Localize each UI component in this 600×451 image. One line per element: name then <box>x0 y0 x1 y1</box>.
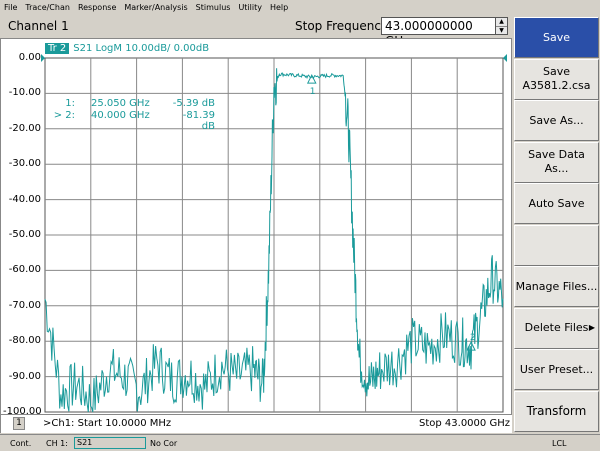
entry-label: Stop Frequency <box>295 19 389 33</box>
softkey-label: Save <box>542 65 570 78</box>
menu-item-response[interactable]: Response <box>78 3 116 12</box>
channel-title: Channel 1 <box>8 19 69 33</box>
softkey-label: Delete Files <box>524 321 589 334</box>
menu-item-marker-analysis[interactable]: Marker/Analysis <box>124 3 187 12</box>
plot-area[interactable]: 12 Tr 2 S21 LogM 10.00dB/ 0.00dB 0.00 -10.… <box>0 38 513 433</box>
status-mode: Cont. <box>10 439 32 448</box>
step-up-icon[interactable]: ▲ <box>496 18 507 26</box>
softkey-user-preset[interactable]: User Preset... <box>514 349 599 390</box>
softkey-label: Transform <box>526 404 587 418</box>
marker-mk-freq: 40.000 GHz <box>91 110 150 121</box>
channel-bar: Channel 1 Stop Frequency 43.000000000 GH… <box>0 15 512 48</box>
reference-level-right-icon <box>503 54 507 62</box>
softkey-save-file[interactable]: Save A3581.2.csa <box>514 58 599 100</box>
menu-item-utility[interactable]: Utility <box>238 3 262 12</box>
y-tick-label: -20.00 <box>8 122 41 134</box>
softkey-manage-files[interactable]: Manage Files... <box>514 266 599 307</box>
softkey-auto-save[interactable]: Auto Save <box>514 183 599 224</box>
y-tick-label: -60.00 <box>8 264 41 276</box>
y-tick-label: -10.00 <box>8 87 41 99</box>
status-bar: Cont. CH 1: S21 No Cor LCL <box>0 434 600 451</box>
softkey-save-as[interactable]: Save As... <box>514 100 599 141</box>
y-tick-label: -50.00 <box>8 229 41 240</box>
marker-mk-val: -81.39 dB <box>182 110 215 132</box>
marker-mk-freq: 25.050 GHz <box>91 98 150 109</box>
marker-1-label: 1 <box>310 87 316 97</box>
trace-desc: S21 LogM 10.00dB/ 0.00dB <box>73 43 210 54</box>
softkey-label: User Preset... <box>519 362 594 376</box>
y-tick-label: -40.00 <box>8 193 41 205</box>
menu-bar: File Trace/Chan Response Marker/Analysis Sti… <box>0 0 600 15</box>
stop-frequency-input[interactable]: 43.000000000 GHz <box>381 17 495 48</box>
channel-number-badge: 1 <box>13 417 25 430</box>
menu-item-help[interactable]: Help <box>270 3 288 12</box>
step-down-icon[interactable]: ▼ <box>496 26 507 34</box>
y-tick-label: 0.00 <box>18 52 41 63</box>
reference-level-left-icon <box>41 54 45 62</box>
status-channel: CH 1: <box>46 439 68 448</box>
status-measurement: S21 <box>74 437 146 449</box>
status-remote: LCL <box>552 439 567 448</box>
y-tick-label: -30.00 <box>8 158 41 170</box>
softkey-label: Save As... <box>529 113 584 127</box>
softkey-label: Save <box>542 30 570 44</box>
plot-svg: 12 <box>41 54 507 413</box>
softkey-sublabel: A3581.2.csa <box>522 79 591 92</box>
softkey-blank[interactable] <box>514 224 599 266</box>
menu-item-stimulus[interactable]: Stimulus <box>196 3 231 12</box>
softkey-label: Auto Save <box>528 196 585 210</box>
y-tick-label: -70.00 <box>8 299 41 311</box>
status-correction: No Cor <box>150 439 178 448</box>
trace-tag[interactable]: Tr 2 <box>45 43 70 54</box>
softkey-label: Manage Files... <box>515 279 598 293</box>
softkey-transform[interactable]: Transform <box>514 390 599 432</box>
menu-item-trace-chan[interactable]: Trace/Chan <box>25 3 70 12</box>
marker-mk-id: > 2: <box>53 110 75 121</box>
y-tick-label: -80.00 <box>8 335 41 347</box>
menu-item-file[interactable]: File <box>4 3 17 12</box>
softkey-delete-files[interactable]: Delete Files <box>514 307 599 349</box>
frequency-stepper[interactable]: ▲ ▼ <box>495 17 508 35</box>
trace-header[interactable]: Tr 2 S21 LogM 10.00dB/ 0.00dB <box>45 43 209 54</box>
softkey-save-data-as[interactable]: Save Data As... <box>514 141 599 183</box>
softkey-label: Save Data As... <box>528 148 585 175</box>
softkey-panel: Save Save A3581.2.csa Save As... Save Data A… <box>512 15 600 433</box>
y-tick-label: -90.00 <box>8 370 41 382</box>
marker-mk-val: -5.39 dB <box>172 98 215 109</box>
plot-footer: 1 >Ch1: Start 10.0000 MHz Stop 43.0000 G… <box>1 414 513 433</box>
softkey-save[interactable]: Save <box>514 17 599 58</box>
start-frequency-label: >Ch1: Start 10.0000 MHz <box>43 418 172 429</box>
marker-2-label: 2 <box>470 333 476 343</box>
stop-frequency-label: Stop 43.0000 GHz <box>419 418 510 429</box>
marker-mk-id: 1: <box>65 98 75 109</box>
